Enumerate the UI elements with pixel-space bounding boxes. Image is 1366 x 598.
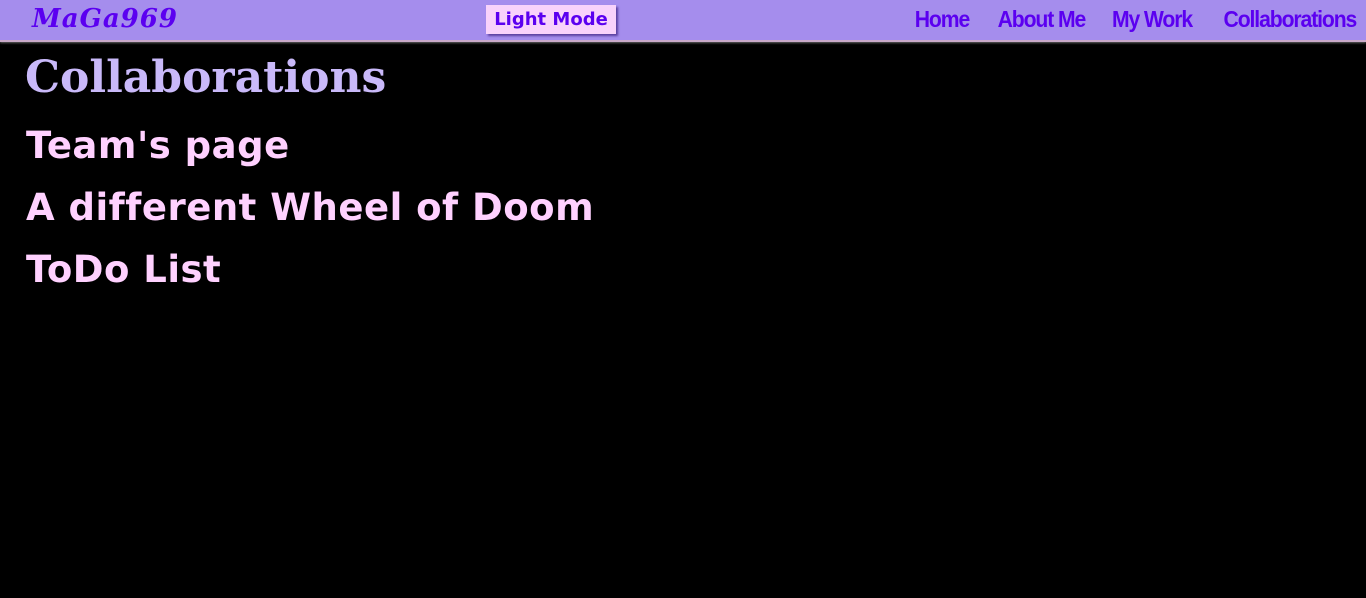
nav-link-about-me[interactable]: About Me: [997, 6, 1086, 33]
site-logo[interactable]: MaGa969: [32, 4, 178, 34]
nav-link-home[interactable]: Home: [915, 6, 970, 33]
navbar: MaGa969 Light Mode Home About Me My Work…: [0, 0, 1366, 42]
page-title: Collaborations: [25, 52, 387, 103]
project-link-wheel-of-doom[interactable]: A different Wheel of Doom: [26, 186, 594, 229]
project-link-teams-page[interactable]: Team's page: [26, 124, 290, 167]
project-link-todo-list[interactable]: ToDo List: [26, 248, 221, 291]
light-mode-button[interactable]: Light Mode: [486, 5, 616, 34]
nav-link-my-work[interactable]: My Work: [1112, 6, 1193, 33]
nav-links: Home About Me My Work Collaborations: [910, 6, 1357, 33]
nav-link-collaborations[interactable]: Collaborations: [1223, 6, 1357, 33]
